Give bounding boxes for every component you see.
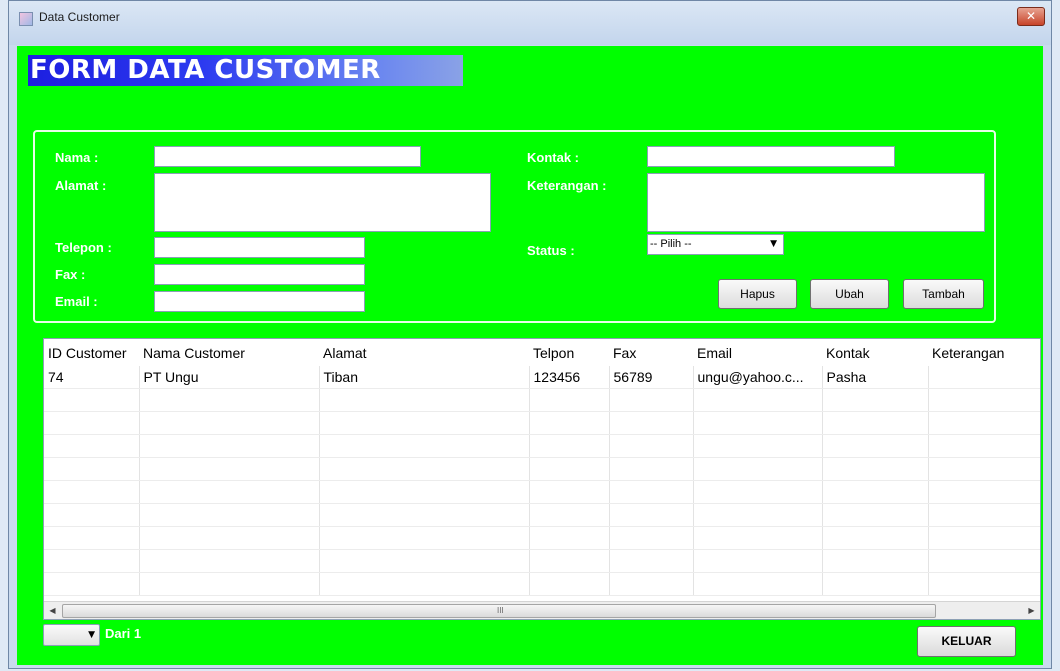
horizontal-scrollbar[interactable]: ◀ III ▶: [44, 601, 1040, 619]
column-header[interactable]: ID Customer: [44, 339, 139, 366]
alamat-label: Alamat :: [55, 178, 107, 193]
column-header[interactable]: Alamat: [319, 339, 529, 366]
keluar-button[interactable]: KELUAR: [917, 626, 1016, 657]
table-row[interactable]: 74 PT Ungu Tiban 123456 56789 ungu@yahoo…: [44, 366, 1040, 389]
fax-label: Fax :: [55, 267, 86, 282]
chevron-down-icon: ▼: [770, 239, 777, 249]
kontak-input[interactable]: [647, 146, 895, 167]
window-title: Data Customer: [39, 10, 120, 24]
table-cell: ungu@yahoo.c...: [693, 366, 823, 389]
status-label: Status :: [527, 243, 575, 258]
data-customer-window: Data Customer ✕ FORM DATA CUSTOMER Nama …: [8, 0, 1052, 669]
keterangan-label: Keterangan :: [527, 178, 607, 193]
table-row-empty: [44, 503, 1040, 527]
table-header-row: ID Customer Nama Customer Alamat Telpon …: [44, 339, 1040, 366]
hapus-button[interactable]: Hapus: [718, 279, 797, 309]
table-row-empty: [44, 480, 1040, 504]
page-count-label: Dari 1: [105, 626, 142, 641]
column-header[interactable]: Fax: [609, 339, 693, 366]
email-input[interactable]: [154, 291, 365, 312]
alamat-textarea[interactable]: [154, 173, 491, 232]
chevron-down-icon: ▼: [88, 630, 95, 640]
status-selected-value: -- Pilih --: [650, 238, 692, 250]
column-header[interactable]: Kontak: [822, 339, 928, 366]
keterangan-textarea[interactable]: [647, 173, 985, 232]
column-header[interactable]: Nama Customer: [139, 339, 319, 366]
table-cell: 123456: [529, 366, 610, 389]
tambah-button[interactable]: Tambah: [903, 279, 984, 309]
grip-icon: III: [497, 606, 504, 615]
page-title: FORM DATA CUSTOMER: [28, 55, 463, 86]
table-row-empty: [44, 549, 1040, 573]
table-row-empty: [44, 388, 1040, 412]
table-cell: 74: [44, 366, 140, 389]
close-icon[interactable]: ✕: [1017, 7, 1045, 26]
status-select[interactable]: -- Pilih -- ▼: [647, 234, 784, 255]
telepon-label: Telepon :: [55, 240, 112, 255]
ubah-button[interactable]: Ubah: [810, 279, 889, 309]
column-header[interactable]: Email: [693, 339, 822, 366]
scrollbar-thumb[interactable]: III: [62, 604, 936, 618]
scroll-left-icon[interactable]: ◀: [44, 602, 61, 619]
column-header[interactable]: Telpon: [529, 339, 609, 366]
customer-table[interactable]: ID Customer Nama Customer Alamat Telpon …: [43, 338, 1041, 620]
table-row-empty: [44, 411, 1040, 435]
table-cell: PT Ungu: [139, 366, 320, 389]
table-cell: [928, 366, 1040, 389]
table-cell: Tiban: [319, 366, 530, 389]
nama-label: Nama :: [55, 150, 99, 165]
nama-input[interactable]: [154, 146, 421, 167]
page-select[interactable]: ▼: [43, 624, 100, 646]
column-header[interactable]: Keterangan: [928, 339, 1040, 366]
fax-input[interactable]: [154, 264, 365, 285]
email-label: Email :: [55, 294, 98, 309]
table-row-empty: [44, 526, 1040, 550]
table-row-empty: [44, 572, 1040, 596]
table-row-empty: [44, 434, 1040, 458]
title-bar[interactable]: Data Customer ✕: [9, 1, 1051, 45]
table-cell: Pasha: [822, 366, 929, 389]
telepon-input[interactable]: [154, 237, 365, 258]
form-client-area: FORM DATA CUSTOMER Nama : Alamat : Telep…: [17, 46, 1043, 665]
kontak-label: Kontak :: [527, 150, 579, 165]
app-icon: [19, 12, 33, 26]
scroll-right-icon[interactable]: ▶: [1023, 602, 1040, 619]
table-row-empty: [44, 457, 1040, 481]
table-cell: 56789: [609, 366, 694, 389]
